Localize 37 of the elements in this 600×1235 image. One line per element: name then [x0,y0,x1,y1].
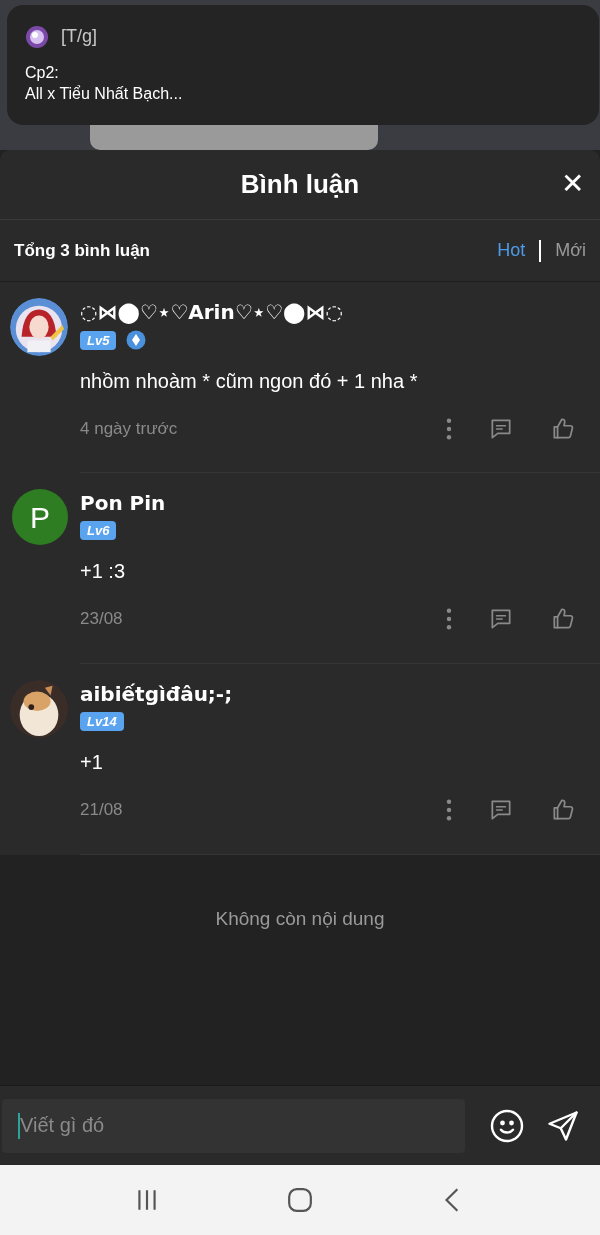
more-icon[interactable] [446,608,452,630]
emoji-icon[interactable] [489,1107,525,1144]
level-tag: Lv14 [80,712,124,731]
comment-text: nhồm nhoàm * cũm ngon đó + 1 nha * [80,369,419,394]
notification-text: All x Tiểu Nhất Bạch... [25,84,184,104]
comment-time: 21/08 [80,799,123,822]
notification-sender: [T/g] [61,25,97,48]
thumbs-up-icon[interactable] [550,606,576,632]
sort-tab[interactable]: Mới [555,237,586,264]
comment-input[interactable]: Viết gì đó [2,1098,465,1153]
comment-icon[interactable] [488,797,514,823]
comment-time: 23/08 [80,608,123,631]
thumbs-up-icon[interactable] [550,797,576,823]
user-name: aibiếtgìđâu;-; [80,681,234,708]
pen-badge-icon [126,330,147,350]
sheet-title: Bình luận [240,168,360,201]
comment-time: 4 ngày trước [80,418,178,441]
comment-icon[interactable] [488,606,514,632]
comment-icon[interactable] [488,416,514,442]
notification-card[interactable]: [T/g] Cp2: All x Tiểu Nhất Bạch... [7,5,599,125]
thumbs-up-icon[interactable] [550,416,576,442]
comment-text: +1 [80,750,104,775]
home-icon[interactable] [287,1187,313,1213]
comment-text: +1 :3 [80,559,127,584]
end-message: Không còn nội dung [215,907,385,931]
comment-count: Tổng 3 bình luận [14,239,150,262]
avatar: P [12,489,68,545]
close-button[interactable]: ✕ [554,166,590,202]
user-name: ◌⋈⬤♡⋆♡Arin♡⋆♡⬤⋈◌ [80,299,344,326]
level-tag: Lv6 [80,521,117,540]
user-name: Pon Pin [80,490,167,517]
sort-tab[interactable]: Hot [497,237,526,264]
more-icon[interactable] [446,418,452,440]
notification-text: Cp2: [25,63,60,83]
app-icon [25,24,49,49]
more-icon[interactable] [446,799,452,821]
level-tag: Lv5 [80,330,117,350]
